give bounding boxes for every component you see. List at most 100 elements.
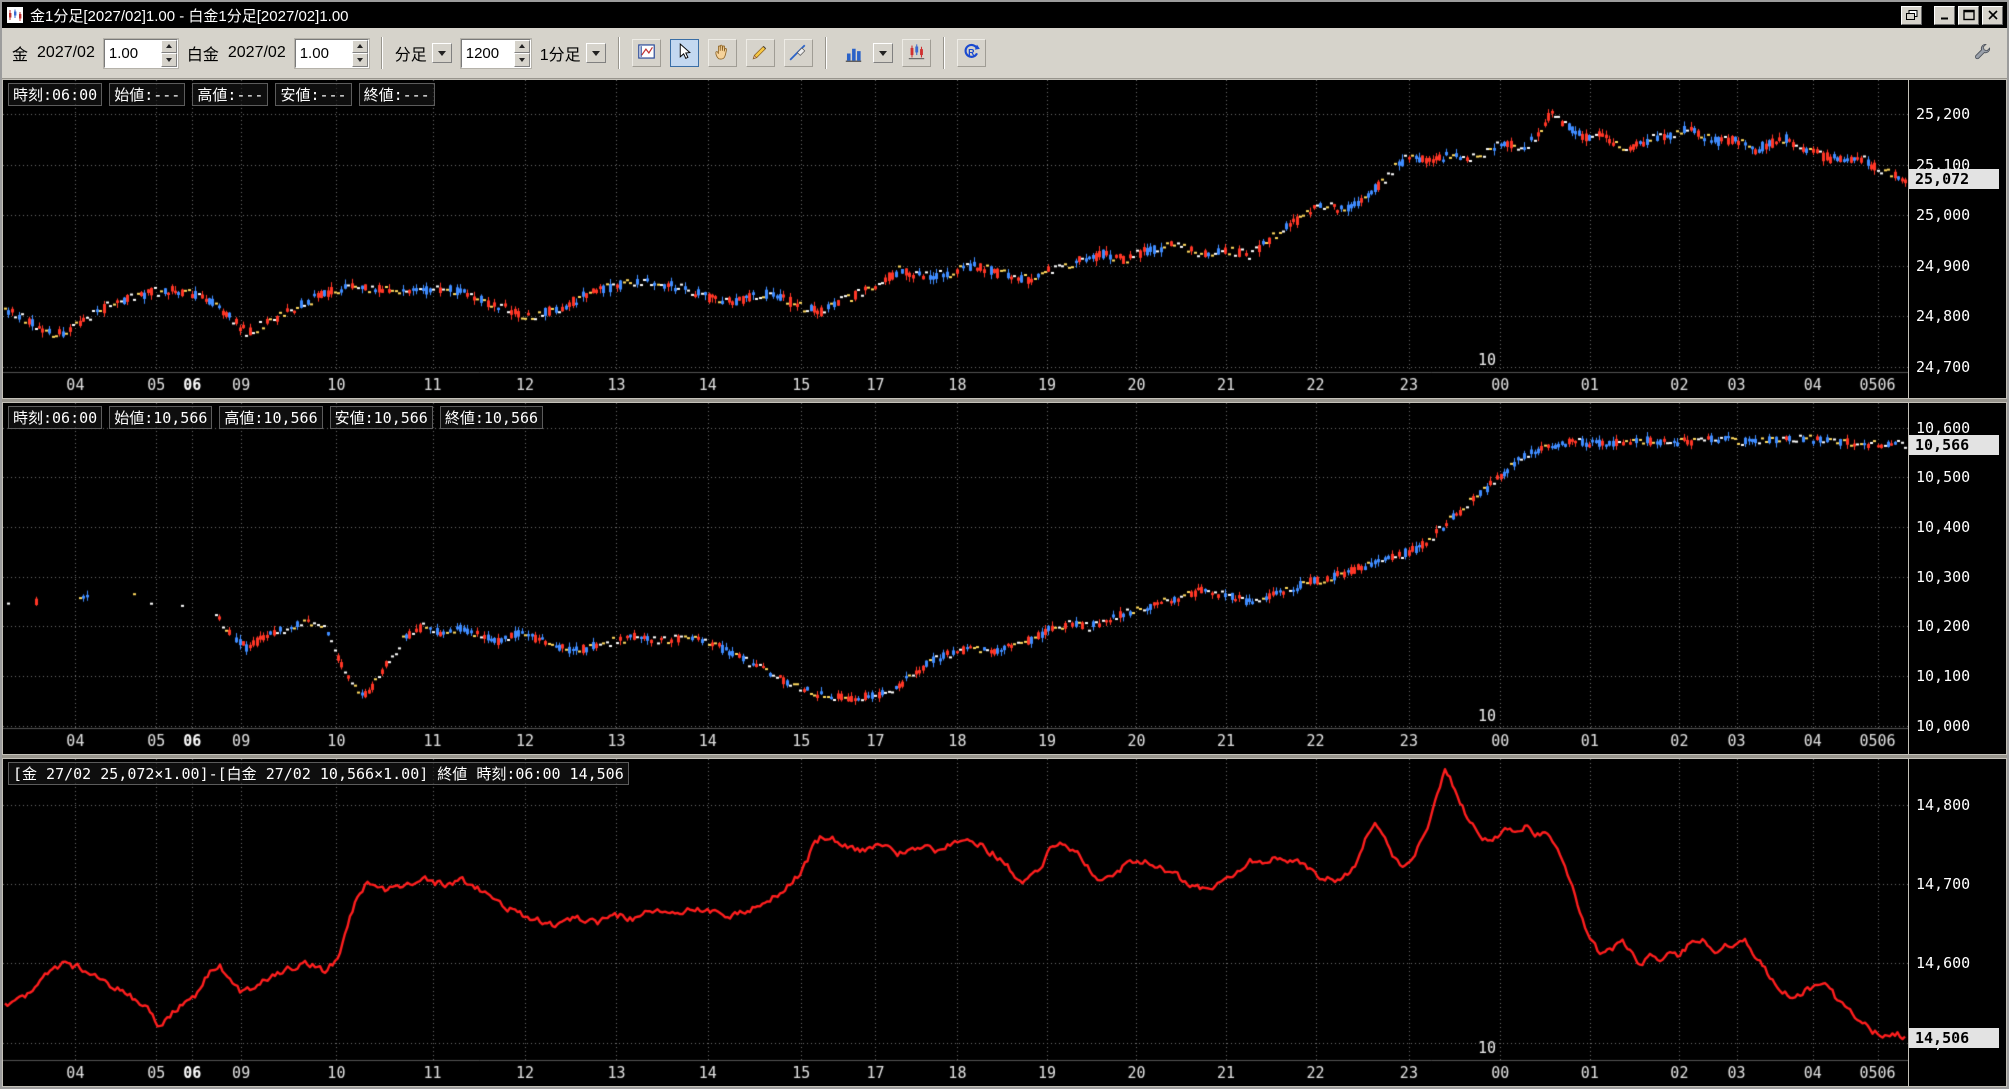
platinum-chart-plot-area[interactable]: 時刻:06:00 始値:10,566 高値:10,566 安値:10,566 終値:10… <box>3 403 1908 754</box>
minimize-button[interactable] <box>1934 5 1955 25</box>
current-price-badge: 25,072 <box>1909 169 1999 190</box>
platinum-price-axis[interactable]: 10,600 10,500 10,400 10,300 10,200 10,100 10,0… <box>1908 403 2006 754</box>
reload-button[interactable]: R <box>956 39 986 67</box>
platinum-ratio-spin-down[interactable] <box>351 53 368 67</box>
info-field: 安値:10,566 <box>329 406 433 429</box>
y-axis-label: 24,700 <box>1916 357 1971 376</box>
scale-tool-icon <box>637 42 656 64</box>
chevron-down-icon <box>431 43 452 63</box>
platinum-contract-month: 2027/02 <box>227 44 286 61</box>
info-field: 時刻:06:00 <box>8 406 103 429</box>
chart-panels-container: 時刻:06:00 始値:--- 高値:--- 安値:--- 終値:--- 25,200 2… <box>2 79 2007 1087</box>
bar-chart-icon <box>839 39 868 67</box>
select-tool-button[interactable] <box>669 39 699 67</box>
gold-contract-month: 2027/02 <box>37 44 95 61</box>
info-field: 高値:10,566 <box>219 406 323 429</box>
info-field: 終値:--- <box>358 83 435 106</box>
scale-tool-button[interactable] <box>631 39 661 67</box>
platinum-ratio-spin-up[interactable] <box>351 39 368 53</box>
spread-chart-canvas[interactable] <box>3 759 1908 1086</box>
toolbar: 金 2027/02 白金 2027/02 分足 1分足 <box>2 28 2007 79</box>
gold-chart-canvas[interactable] <box>3 80 1908 398</box>
y-axis-label: 10,000 <box>1916 716 1971 735</box>
info-field: 高値:--- <box>192 83 269 106</box>
y-axis-label: 10,400 <box>1916 518 1971 537</box>
toolbar-separator <box>942 37 945 69</box>
platinum-ratio-input[interactable] <box>295 39 352 67</box>
current-price-badge: 14,506 <box>1909 1027 1999 1048</box>
spread-chart-plot-area[interactable]: [金 27/02 25,072×1.00]-[白金 27/02 10,566×1… <box>3 759 1908 1086</box>
app-window: 金1分足[2027/02]1.00 - 白金1分足[2027/02]1.00 金… <box>0 0 2009 1089</box>
info-field: 始値:10,566 <box>109 406 213 429</box>
info-field: 安値:--- <box>275 83 352 106</box>
chart-type-dropdown[interactable] <box>839 39 893 67</box>
pencil-tool-button[interactable] <box>745 39 775 67</box>
line-draw-tool-button[interactable] <box>783 39 813 67</box>
maximize-button[interactable] <box>1958 5 1979 25</box>
gold-chart-plot-area[interactable]: 時刻:06:00 始値:--- 高値:--- 安値:--- 終値:--- <box>3 80 1908 398</box>
window-controls <box>1901 5 2003 25</box>
toolbar-separator <box>824 37 827 69</box>
y-axis-label: 14,600 <box>1916 954 1971 973</box>
gold-ratio-spinner <box>102 37 179 69</box>
toolbar-separator <box>617 37 620 69</box>
y-axis-label: 14,800 <box>1916 795 1971 814</box>
window-title: 金1分足[2027/02]1.00 - 白金1分足[2027/02]1.00 <box>30 7 349 25</box>
spread-chart-panel: [金 27/02 25,072×1.00]-[白金 27/02 10,566×1… <box>2 758 2007 1087</box>
svg-text:R: R <box>968 47 975 57</box>
info-field: 時刻:06:00 <box>8 83 103 106</box>
pan-tool-button[interactable] <box>707 39 737 67</box>
gold-chart-panel: 時刻:06:00 始値:--- 高値:--- 安値:--- 終値:--- 25,200 2… <box>2 79 2007 399</box>
gold-ratio-spin-up[interactable] <box>160 39 177 53</box>
platinum-chart-canvas[interactable] <box>3 403 1908 754</box>
y-axis-label: 10,300 <box>1916 567 1971 586</box>
y-axis-label: 24,800 <box>1916 307 1971 326</box>
chevron-down-icon <box>872 43 893 63</box>
bar-count-spinner <box>459 37 532 69</box>
settings-wrench-button[interactable] <box>1968 39 1997 67</box>
y-axis-label: 10,200 <box>1916 617 1971 636</box>
cursor-select-icon <box>676 42 693 63</box>
info-field: [金 27/02 25,072×1.00]-[白金 27/02 10,566×1… <box>8 762 629 785</box>
current-price-badge: 10,566 <box>1909 434 1999 455</box>
platinum-ratio-spinner <box>293 37 370 69</box>
y-axis-label: 10,500 <box>1916 468 1971 487</box>
toolbar-separator <box>380 37 383 69</box>
pencil-draw-icon <box>751 43 769 64</box>
wrench-icon <box>1973 42 1992 64</box>
y-axis-label: 25,200 <box>1916 105 1971 124</box>
bar-count-spin-down[interactable] <box>513 53 530 67</box>
interval-dropdown[interactable]: 分足 <box>395 41 452 65</box>
y-axis-label: 25,000 <box>1916 206 1971 225</box>
gold-ratio-input[interactable] <box>104 39 161 67</box>
interval-dropdown-label: 分足 <box>394 47 427 64</box>
timeframe-dropdown-label: 1分足 <box>539 47 581 64</box>
reload-r-icon: R <box>962 42 981 64</box>
spread-info: [金 27/02 25,072×1.00]-[白金 27/02 10,566×1… <box>8 762 629 785</box>
platinum-symbol-label: 白金 <box>186 47 219 64</box>
indicator-tool-button[interactable] <box>901 39 931 67</box>
close-button[interactable] <box>1982 5 2003 25</box>
gold-ratio-spin-down[interactable] <box>160 53 177 67</box>
gold-price-axis[interactable]: 25,200 25,100 25,000 24,900 24,800 24,700 25,0… <box>1908 80 2006 398</box>
y-axis-label: 14,700 <box>1916 875 1971 894</box>
bar-count-spin-up[interactable] <box>513 39 530 53</box>
pen-line-icon <box>789 43 807 64</box>
platinum-ohlc-info: 時刻:06:00 始値:10,566 高値:10,566 安値:10,566 終値:10… <box>8 406 544 429</box>
indicator-chart-icon <box>907 42 926 64</box>
gold-symbol-label: 金 <box>12 47 29 64</box>
y-axis-label: 24,900 <box>1916 256 1971 275</box>
y-axis-label: 10,100 <box>1916 666 1971 685</box>
app-icon <box>6 7 24 23</box>
info-field: 終値:10,566 <box>439 406 544 429</box>
pan-hand-icon <box>713 43 731 64</box>
platinum-chart-panel: 時刻:06:00 始値:10,566 高値:10,566 安値:10,566 終値:10… <box>2 402 2007 755</box>
info-field: 始値:--- <box>109 83 186 106</box>
restore-window-button[interactable] <box>1901 5 1922 25</box>
timeframe-dropdown[interactable]: 1分足 <box>540 41 606 65</box>
title-bar: 金1分足[2027/02]1.00 - 白金1分足[2027/02]1.00 <box>2 2 2007 28</box>
spread-price-axis[interactable]: 14,80014,70014,60014,50014,506 <box>1908 759 2006 1086</box>
chevron-down-icon <box>585 43 606 63</box>
gold-ohlc-info: 時刻:06:00 始値:--- 高値:--- 安値:--- 終値:--- <box>8 83 435 106</box>
bar-count-input[interactable] <box>461 39 514 67</box>
